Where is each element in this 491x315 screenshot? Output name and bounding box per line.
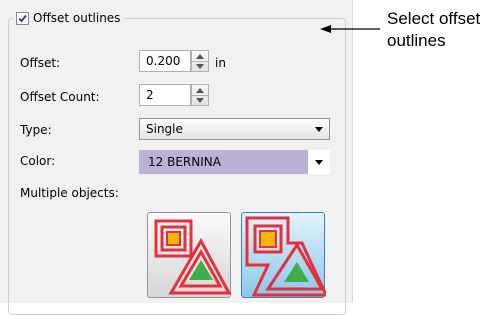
offset-decrement-button[interactable] (192, 61, 208, 71)
color-dropdown-button[interactable] (308, 150, 330, 174)
offset-value: 0.200 (146, 54, 181, 68)
offset-outlines-checkbox[interactable] (16, 11, 29, 25)
chevron-up-icon (196, 87, 204, 93)
callout-line-1: Select offset (387, 9, 481, 28)
offset-count-label: Offset Count: (20, 90, 100, 104)
color-label: Color: (20, 154, 56, 168)
chevron-down-icon (196, 97, 204, 103)
offset-count-input[interactable]: 2 (139, 84, 191, 106)
color-swatch[interactable]: 12 BERNINA (139, 150, 308, 174)
offset-outlines-panel: Offset outlines Offset: 0.200 in Offset … (0, 0, 353, 315)
separate-offsets-icon (154, 219, 232, 295)
type-label: Type: (20, 123, 52, 137)
dropdown-arrow-icon (315, 127, 323, 132)
dropdown-arrow-icon (315, 160, 323, 165)
chevron-up-icon (196, 53, 204, 59)
checkmark-icon (18, 14, 27, 22)
offset-count-value: 2 (146, 88, 154, 102)
offset-count-decrement-button[interactable] (192, 95, 208, 105)
multiple-objects-label: Multiple objects: (20, 186, 119, 200)
chevron-down-icon (196, 63, 204, 69)
offset-count-spinner[interactable] (191, 84, 209, 106)
callout-line-2: outlines (387, 31, 446, 50)
type-select[interactable]: Single (139, 118, 330, 140)
offset-outlines-label: Offset outlines (33, 11, 121, 25)
color-value: 12 BERNINA (148, 155, 221, 169)
offset-combined-objects-button[interactable] (241, 212, 326, 298)
callout-text: Select offset outlines (387, 8, 480, 52)
combined-offsets-icon (245, 216, 326, 297)
offset-unit: in (215, 56, 226, 70)
offset-input[interactable]: 0.200 (139, 50, 191, 72)
offset-label: Offset: (20, 56, 61, 70)
type-selected-value: Single (146, 122, 183, 136)
offset-individual-objects-button[interactable] (147, 212, 232, 298)
offset-outlines-checkbox-row[interactable]: Offset outlines (14, 8, 125, 28)
offset-spinner[interactable] (191, 50, 209, 72)
